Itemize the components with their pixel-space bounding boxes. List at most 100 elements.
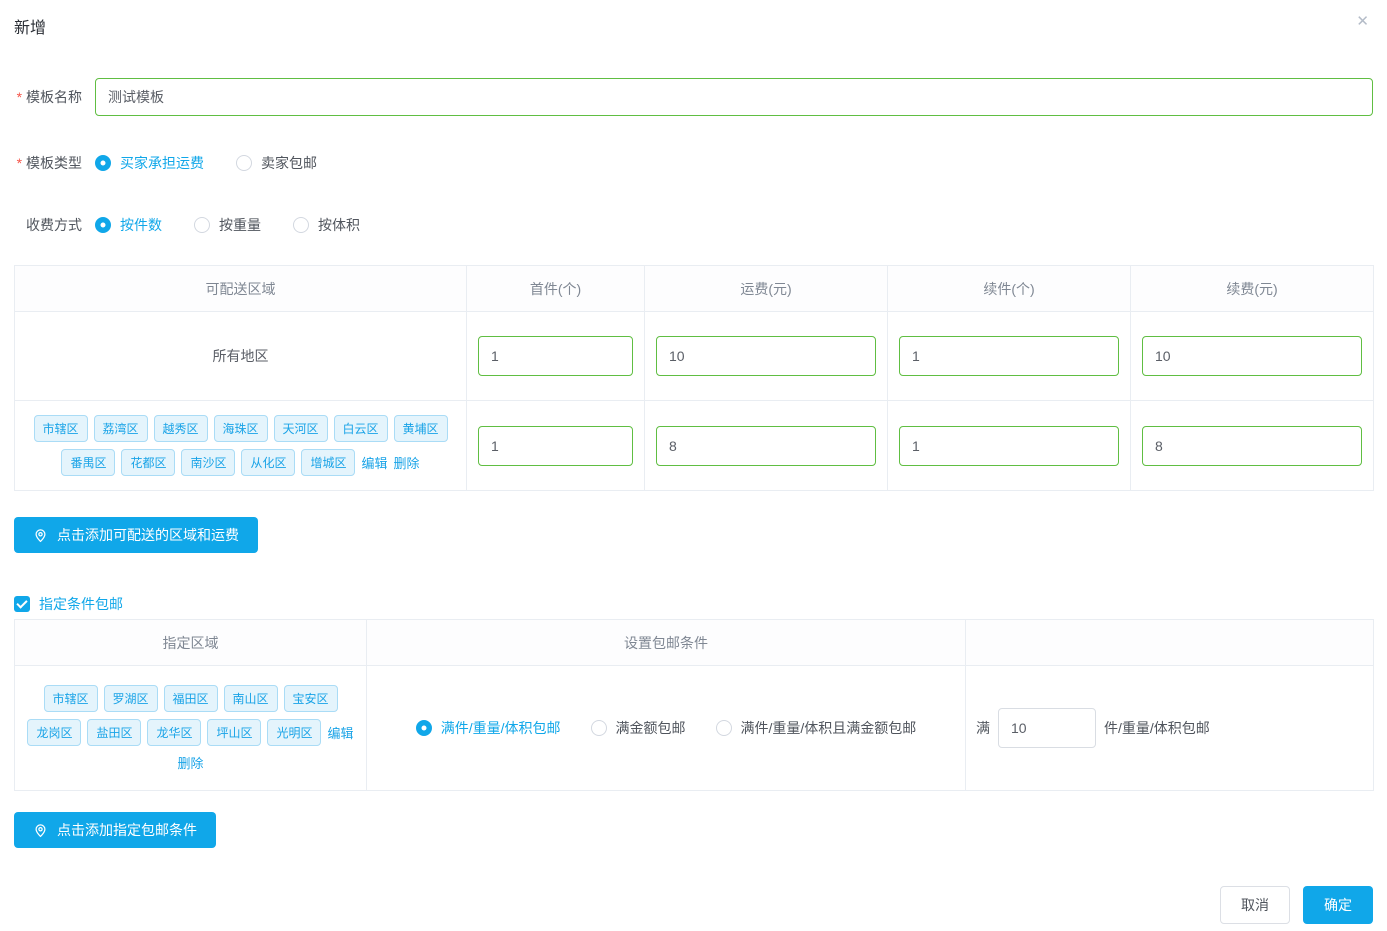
radio-unchecked-icon (591, 720, 607, 736)
radio-unchecked-icon (194, 217, 210, 233)
column-header (966, 620, 1374, 666)
add-condition-button[interactable]: 点击添加指定包邮条件 (14, 812, 216, 848)
radio-unchecked-icon (716, 720, 732, 736)
dialog-footer: 取消 确定 (1220, 886, 1373, 924)
add-area-fee-button[interactable]: 点击添加可配送的区域和运费 (14, 517, 258, 553)
region-tag: 盐田区 (87, 719, 141, 746)
checkbox-checked-icon[interactable] (14, 596, 30, 612)
conditional-free-shipping-row: 指定条件包邮 (14, 594, 1373, 614)
radio-checked-icon (416, 720, 432, 736)
region-tag: 宝安区 (284, 685, 338, 712)
radio-seller-free[interactable]: 卖家包邮 (236, 153, 317, 173)
add-area-fee-label: 点击添加可配送的区域和运费 (57, 525, 239, 545)
next-piece-input[interactable] (899, 336, 1119, 376)
radio-by-weight[interactable]: 按重量 (194, 215, 261, 235)
template-type-label: 模板类型 (14, 153, 82, 173)
threshold-input[interactable] (998, 708, 1096, 748)
condition-radio-group: 满件/重量/体积包邮 满金额包邮 满件/重量/体积且满金额包邮 (367, 718, 965, 738)
radio-label: 满金额包邮 (616, 718, 686, 738)
charge-method-label: 收费方式 (14, 215, 82, 235)
next-piece-input[interactable] (899, 426, 1119, 466)
radio-piece-and-amount[interactable]: 满件/重量/体积且满金额包邮 (716, 718, 917, 738)
checkbox-label: 指定条件包邮 (39, 594, 123, 614)
add-template-dialog: 新增 ✕ 模板名称 模板类型 买家承担运费 卖家包邮 收费方式 按件数 按重量 … (0, 0, 1387, 931)
template-name-input[interactable] (95, 78, 1373, 116)
cancel-button[interactable]: 取消 (1220, 886, 1290, 924)
region-tag: 天河区 (274, 415, 328, 442)
threshold-prefix: 满 (976, 718, 990, 738)
location-pin-icon (33, 528, 48, 543)
shipping-fee-table: 可配送区域 首件(个) 运费(元) 续件(个) 续费(元) 所有地区 市辖区荔湾… (14, 265, 1374, 491)
region-tag: 海珠区 (214, 415, 268, 442)
region-tag: 番禺区 (61, 449, 115, 476)
radio-label: 按重量 (219, 215, 261, 235)
region-tag: 越秀区 (154, 415, 208, 442)
fee-input[interactable] (656, 336, 876, 376)
location-pin-icon (33, 823, 48, 838)
region-tag: 南沙区 (181, 449, 235, 476)
close-icon[interactable]: ✕ (1356, 12, 1369, 30)
region-tag: 龙华区 (147, 719, 201, 746)
region-tag: 南山区 (224, 685, 278, 712)
radio-label: 满件/重量/体积且满金额包邮 (741, 718, 917, 738)
delete-link[interactable]: 删除 (177, 753, 203, 772)
region-tag: 从化区 (241, 449, 295, 476)
area-cell: 所有地区 (15, 312, 467, 401)
radio-label: 按体积 (318, 215, 360, 235)
free-shipping-condition-table: 指定区域 设置包邮条件 市辖区罗湖区福田区南山区宝安区龙岗区盐田区龙华区坪山区光… (14, 619, 1374, 791)
next-fee-input[interactable] (1142, 336, 1362, 376)
confirm-button[interactable]: 确定 (1303, 886, 1373, 924)
next-fee-input[interactable] (1142, 426, 1362, 466)
region-tag: 白云区 (334, 415, 388, 442)
radio-by-piece[interactable]: 按件数 (95, 215, 162, 235)
template-name-row: 模板名称 (14, 78, 1373, 116)
edit-link[interactable]: 编辑 (361, 453, 387, 472)
radio-label: 按件数 (120, 215, 162, 235)
delete-link[interactable]: 删除 (394, 453, 420, 472)
column-header: 运费(元) (645, 266, 888, 312)
table-header-row: 指定区域 设置包邮条件 (15, 620, 1374, 666)
radio-label: 买家承担运费 (120, 153, 204, 173)
radio-buyer-pays[interactable]: 买家承担运费 (95, 153, 204, 173)
column-header: 首件(个) (467, 266, 645, 312)
template-name-label: 模板名称 (14, 87, 82, 107)
region-tag: 龙岗区 (27, 719, 81, 746)
table-row-shenzhen-areas: 市辖区罗湖区福田区南山区宝安区龙岗区盐田区龙华区坪山区光明区 编辑 删除 满件/… (15, 666, 1374, 791)
radio-unchecked-icon (293, 217, 309, 233)
first-piece-input[interactable] (478, 426, 633, 466)
radio-label: 满件/重量/体积包邮 (441, 718, 561, 738)
threshold-suffix: 件/重量/体积包邮 (1104, 718, 1210, 738)
table-row-all-areas: 所有地区 (15, 312, 1374, 401)
region-tag: 光明区 (267, 719, 321, 746)
radio-amount[interactable]: 满金额包邮 (591, 718, 686, 738)
column-header: 续费(元) (1131, 266, 1374, 312)
template-type-row: 模板类型 买家承担运费 卖家包邮 (14, 153, 1373, 173)
region-tag: 市辖区 (44, 685, 98, 712)
add-condition-label: 点击添加指定包邮条件 (57, 820, 197, 840)
table-row-guangzhou-areas: 市辖区荔湾区越秀区海珠区天河区白云区黄埔区番禺区花都区南沙区从化区增城区 编辑 … (15, 401, 1374, 491)
region-tag: 增城区 (301, 449, 355, 476)
region-tag: 花都区 (121, 449, 175, 476)
region-tag: 荔湾区 (94, 415, 148, 442)
radio-piece-weight-volume[interactable]: 满件/重量/体积包邮 (416, 718, 561, 738)
region-tag-list: 市辖区罗湖区福田区南山区宝安区龙岗区盐田区龙华区坪山区光明区 编辑 删除 (23, 685, 358, 772)
charge-method-row: 收费方式 按件数 按重量 按体积 (14, 215, 1373, 235)
radio-checked-icon (95, 155, 111, 171)
first-piece-input[interactable] (478, 336, 633, 376)
column-header: 设置包邮条件 (367, 620, 966, 666)
region-tag: 市辖区 (34, 415, 88, 442)
column-header: 可配送区域 (15, 266, 467, 312)
table-header-row: 可配送区域 首件(个) 运费(元) 续件(个) 续费(元) (15, 266, 1374, 312)
region-tag: 黄埔区 (394, 415, 448, 442)
region-tag: 罗湖区 (104, 685, 158, 712)
radio-by-volume[interactable]: 按体积 (293, 215, 360, 235)
fee-input[interactable] (656, 426, 876, 466)
radio-label: 卖家包邮 (261, 153, 317, 173)
column-header: 指定区域 (15, 620, 367, 666)
region-tag: 坪山区 (207, 719, 261, 746)
region-tag-list: 市辖区荔湾区越秀区海珠区天河区白云区黄埔区番禺区花都区南沙区从化区增城区 编辑 … (23, 415, 458, 476)
radio-unchecked-icon (236, 155, 252, 171)
edit-link[interactable]: 编辑 (327, 723, 353, 742)
threshold-setting: 满 件/重量/体积包邮 (976, 708, 1373, 748)
column-header: 续件(个) (888, 266, 1131, 312)
